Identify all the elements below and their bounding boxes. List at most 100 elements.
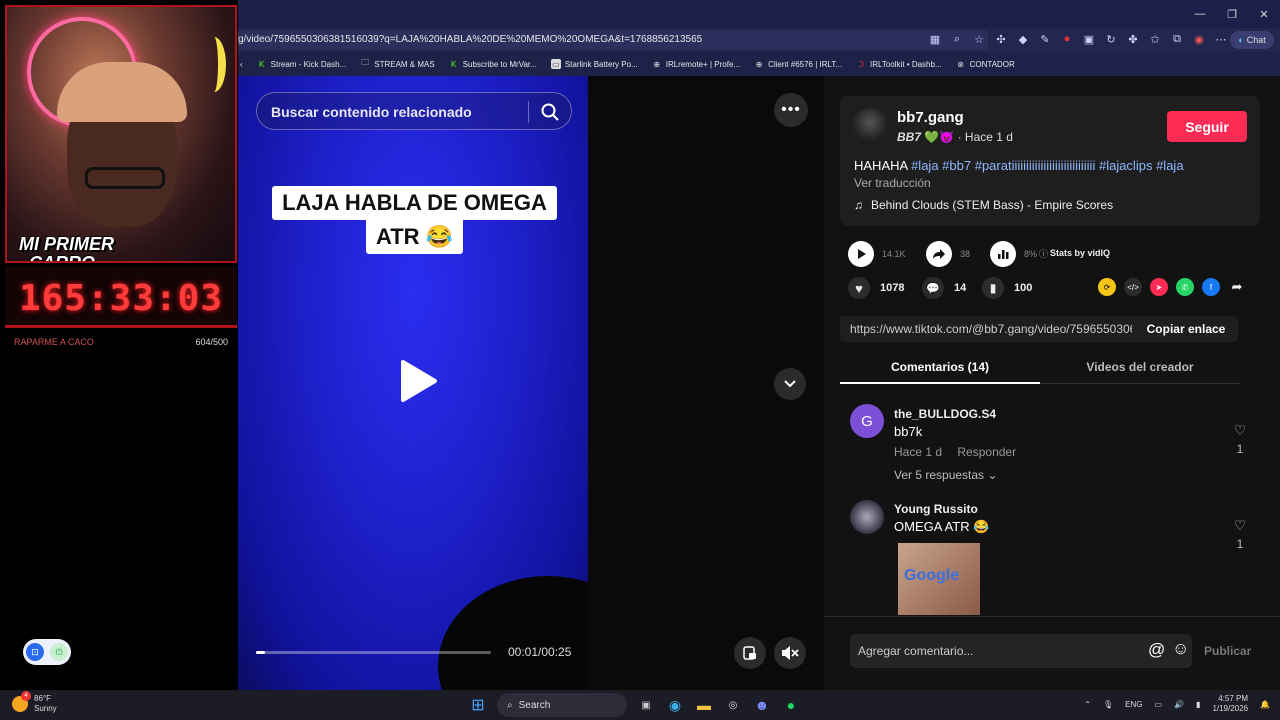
url-field[interactable]: g/video/7596550306381516039?q=LAJA%20HAB… (238, 30, 988, 50)
tab-comments[interactable]: Comentarios (14) (840, 360, 1040, 374)
reply-link[interactable]: Responder (957, 445, 1016, 459)
comment-username[interactable]: Young Russito (894, 502, 978, 516)
collections-icon[interactable]: ⧉ (1170, 32, 1184, 46)
hashtag[interactable]: #paratiiiiiiiiiiiiiiiiiiiiiiiiiiiii (975, 158, 1096, 173)
more-options-button[interactable]: ••• (774, 93, 808, 127)
favorite-star-icon[interactable]: ☆ (972, 32, 986, 46)
bookmark-item[interactable]: 🗀 STREAM & MAS (360, 58, 434, 69)
info-icon[interactable]: ⓘ (1039, 247, 1048, 260)
mention-icon[interactable]: @ (1148, 640, 1165, 660)
music-title: Behind Clouds (STEM Bass) - Empire Score… (871, 198, 1114, 212)
copy-link-button[interactable]: Copiar enlace (1134, 316, 1238, 342)
extension-icon[interactable]: ◆ (1016, 32, 1030, 46)
vidiq-label[interactable]: Stats by vidIQ (1050, 248, 1110, 258)
play-icon[interactable] (391, 356, 441, 406)
comment-like[interactable]: ♡ 1 (1232, 517, 1248, 551)
hashtag[interactable]: #laja (1156, 158, 1183, 173)
search-icon[interactable] (540, 102, 560, 122)
comment-button[interactable]: 💬 (922, 277, 944, 299)
floating-player-button[interactable] (734, 637, 766, 669)
extensions-puzzle-icon[interactable]: ✤ (1126, 32, 1140, 46)
windows-start-icon[interactable]: ⊞ (468, 695, 488, 715)
taskbar-search[interactable]: ⌕ Search (497, 693, 627, 717)
extension-icon[interactable]: ▣ (1082, 32, 1096, 46)
translate-link[interactable]: Ver traducción (854, 176, 931, 190)
volume-icon[interactable]: 🔊 (1174, 700, 1184, 709)
close-icon[interactable]: ✕ (1248, 0, 1280, 28)
extension-icon[interactable]: ● (1060, 32, 1074, 46)
file-explorer-icon[interactable]: ▬ (694, 695, 714, 715)
creator-username[interactable]: bb7.gang (897, 109, 964, 126)
view-replies-link[interactable]: Ver 5 respuestas ⌄ (894, 468, 997, 482)
like-button[interactable]: ♥ (848, 277, 870, 299)
microphone-icon[interactable]: 🎙 (1103, 700, 1113, 709)
share-icon[interactable]: ➦ (1228, 278, 1246, 296)
post-time: · Hace 1 d (957, 130, 1013, 144)
shares-button[interactable] (926, 241, 952, 267)
avatar[interactable]: G (850, 404, 884, 438)
embed-icon[interactable]: </> (1124, 278, 1142, 296)
clock[interactable]: 4:57 PM 1/19/2026 (1212, 694, 1248, 714)
bookmark-item[interactable]: ▭ Starlink Battery Po... (550, 59, 638, 69)
comment-input[interactable]: Agregar comentario... @ ☺ (850, 634, 1192, 668)
toggle-widget[interactable]: ⊡ ⏻ (23, 639, 71, 665)
send-icon[interactable]: ➤ (1150, 278, 1168, 296)
hashtag[interactable]: #laja (911, 158, 938, 173)
battery-icon[interactable]: ▮ (1196, 700, 1200, 709)
next-video-button[interactable] (774, 368, 806, 400)
notifications-icon[interactable]: 🔔 (1260, 700, 1270, 709)
favorites-icon[interactable]: ✩ (1148, 32, 1162, 46)
music-row[interactable]: ♫ Behind Clouds (STEM Bass) - Empire Sco… (854, 198, 1113, 212)
bookmark-item[interactable]: K Subscribe to MrVar... (449, 59, 537, 69)
weather-widget[interactable]: 4 86°F Sunny (12, 691, 57, 714)
bookmark-overflow[interactable]: ‹ (240, 60, 243, 69)
related-search-input[interactable]: Buscar contenido relacionado (256, 92, 572, 130)
zoom-icon[interactable]: ⌕ (950, 32, 964, 46)
plays-button[interactable] (848, 241, 874, 267)
repost-icon[interactable]: ⟳ (1098, 278, 1116, 296)
chevron-up-icon[interactable]: ⌃ (1084, 700, 1091, 709)
video-progress-bar[interactable] (256, 651, 491, 654)
bookmark-item[interactable]: ⊛ CONTADOR (956, 59, 1015, 69)
mute-button[interactable] (774, 637, 806, 669)
more-menu-icon[interactable]: ⋯ (1214, 32, 1228, 46)
spotify-icon[interactable]: ● (781, 695, 801, 715)
discord-icon[interactable]: ☻ (752, 695, 772, 715)
comment-image[interactable]: Google (898, 543, 980, 615)
follow-button[interactable]: Seguir (1167, 111, 1247, 142)
bookmark-item[interactable]: K Stream - Kick Dash... (257, 59, 346, 69)
actions-row: ♥ 1078 💬 14 ▮ 100 ⟳ </> ➤ ✆ f ➦ (840, 276, 1260, 302)
reader-icon[interactable]: ▦ (928, 32, 942, 46)
copilot-chat-button[interactable]: ◐ Chat (1230, 31, 1274, 49)
network-icon[interactable]: ▭ (1155, 700, 1163, 709)
tab-creator-videos[interactable]: Videos del creador (1040, 360, 1240, 374)
save-button[interactable]: ▮ (982, 277, 1004, 299)
refresh-icon[interactable]: ↻ (1104, 32, 1118, 46)
profile-avatar-icon[interactable]: ◉ (1192, 32, 1206, 46)
edge-browser-icon[interactable]: ◉ (665, 695, 685, 715)
emoji-icon[interactable]: ☺ (1172, 639, 1189, 659)
facebook-icon[interactable]: f (1202, 278, 1220, 296)
extension-icon[interactable]: ✣ (994, 32, 1008, 46)
avatar[interactable] (850, 500, 884, 534)
hashtag[interactable]: #lajaclips (1099, 158, 1152, 173)
comment-username[interactable]: the_BULLDOG.S4 (894, 407, 996, 421)
maximize-icon[interactable]: ❐ (1216, 0, 1248, 28)
publish-button[interactable]: Publicar (1204, 644, 1251, 658)
app-icon[interactable]: ◎ (723, 695, 743, 715)
creator-avatar[interactable] (852, 108, 888, 144)
hashtag[interactable]: #bb7 (942, 158, 971, 173)
task-view-icon[interactable]: ▣ (636, 695, 656, 715)
bookmark-item[interactable]: ⊕ Client #6576 | IRLT... (754, 59, 842, 69)
bookmark-item[interactable]: ⊕ IRLremote+ | Profe... (652, 59, 740, 69)
whatsapp-icon[interactable]: ✆ (1176, 278, 1194, 296)
bookmark-item[interactable]: ℑ IRLToolkit • Dashb... (856, 59, 941, 69)
video-link[interactable]: https://www.tiktok.com/@bb7.gang/video/7… (850, 322, 1132, 336)
extension-icon[interactable]: ✎ (1038, 32, 1052, 46)
irltoolkit-icon: ℑ (858, 59, 864, 69)
language-indicator[interactable]: ENG (1125, 700, 1142, 709)
minimize-icon[interactable]: — (1184, 0, 1216, 28)
stats-button[interactable] (990, 241, 1016, 267)
video-player[interactable]: Buscar contenido relacionado LAJA HABLA … (238, 76, 588, 690)
comment-like[interactable]: ♡ 1 (1232, 422, 1248, 456)
